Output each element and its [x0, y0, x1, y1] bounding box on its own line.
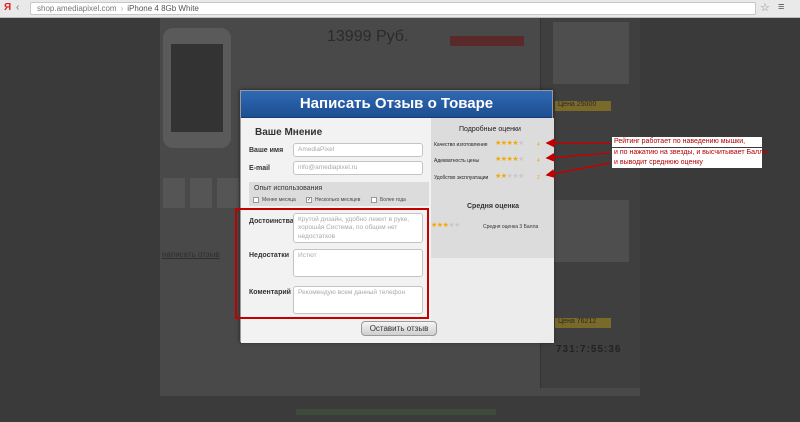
footer-bar [296, 409, 496, 415]
annotation-note: и выводит среднюю оценку [612, 158, 762, 168]
name-input[interactable]: AmediaPixel [293, 143, 423, 157]
average-stars: ★★★★★ [431, 221, 460, 229]
related-product-image[interactable] [553, 200, 629, 262]
ratings-title: Подробные оценки [459, 126, 521, 133]
rating-score-quality: 4 [537, 142, 540, 148]
submit-review-button[interactable]: Оставить отзыв [361, 321, 437, 336]
average-title: Средня оценка [467, 203, 520, 210]
rating-score-price: 4 [537, 158, 540, 164]
rating-label-quality: Качество изготовления [434, 142, 488, 148]
back-arrow-icon[interactable]: ‹ [16, 2, 19, 13]
usage-option-label: Менее месяца [262, 197, 296, 203]
buy-button[interactable] [450, 36, 524, 46]
write-review-link[interactable]: написать отзыв [162, 250, 220, 259]
annotation-highlight-box [235, 208, 429, 319]
annotation-note: и по нажатию на звезды, и высчитывает Ба… [612, 148, 769, 158]
email-label: E-mail [249, 165, 271, 172]
browser-toolbar: Я ‹ shop.amediapixel.com › iPhone 4 8Gb Wh… [0, 0, 800, 18]
url-page-title: iPhone 4 8Gb White [127, 4, 199, 13]
star-icon: ★ [454, 222, 460, 229]
usage-title: Опыт использования [254, 185, 323, 192]
usage-option-label: Более года [380, 197, 406, 203]
usage-checkbox-over-year[interactable] [371, 197, 377, 203]
usage-checkbox-few-months[interactable]: ✓ [306, 197, 312, 203]
related-product-image[interactable] [553, 22, 629, 84]
modal-title: Написать Отзыв о Товаре [299, 95, 494, 112]
star-icon[interactable]: ★ [518, 173, 524, 180]
url-site: shop.amediapixel.com [37, 4, 117, 13]
url-separator: › [120, 4, 124, 13]
browser-menu-icon[interactable]: ≡ [778, 1, 784, 13]
rating-score-usability: 2 [537, 175, 540, 181]
rating-stars-price[interactable]: ★★★★★ [495, 155, 524, 163]
rating-stars-usability[interactable]: ★★★★★ [495, 172, 524, 180]
annotation-note: Рейтинг работает по наведению мышки, [612, 137, 762, 147]
product-image [163, 28, 231, 148]
product-thumbnail[interactable] [190, 178, 212, 208]
rating-label-price: Адекватность цены [434, 158, 480, 164]
product-thumbnail[interactable] [163, 178, 185, 208]
star-icon[interactable]: ★ [518, 140, 524, 147]
rating-stars-quality[interactable]: ★★★★★ [495, 139, 524, 147]
average-text: Средня оценка 3 Балла [483, 224, 539, 230]
usage-option-label: Несколько месяцев [315, 197, 361, 203]
ratings-panel [431, 118, 554, 258]
address-bar[interactable]: shop.amediapixel.com › iPhone 4 8Gb White [30, 2, 756, 15]
rating-label-usability: Удобство эксплуатации [434, 175, 489, 181]
countdown-timer: 731:7:55:36 [556, 344, 622, 355]
product-thumbnail[interactable] [217, 178, 239, 208]
average-panel [431, 258, 554, 343]
star-icon[interactable]: ★ [518, 156, 524, 163]
related-product-price: Цена 25000 [555, 101, 611, 111]
yandex-logo[interactable]: Я [4, 2, 11, 13]
product-image-screen [171, 44, 223, 132]
name-label: Ваше имя [249, 147, 284, 154]
modal-header: Написать Отзыв о Товаре [241, 91, 552, 118]
opinion-title: Ваше Мнение [255, 127, 323, 138]
related-product-price: Цена 76212 [555, 318, 611, 328]
email-input[interactable]: info@amediapixel.ru [293, 161, 423, 175]
product-price: 13999 Руб. [327, 28, 409, 45]
usage-checkbox-less-month[interactable] [253, 197, 259, 203]
bookmark-star-icon[interactable]: ☆ [760, 1, 770, 14]
